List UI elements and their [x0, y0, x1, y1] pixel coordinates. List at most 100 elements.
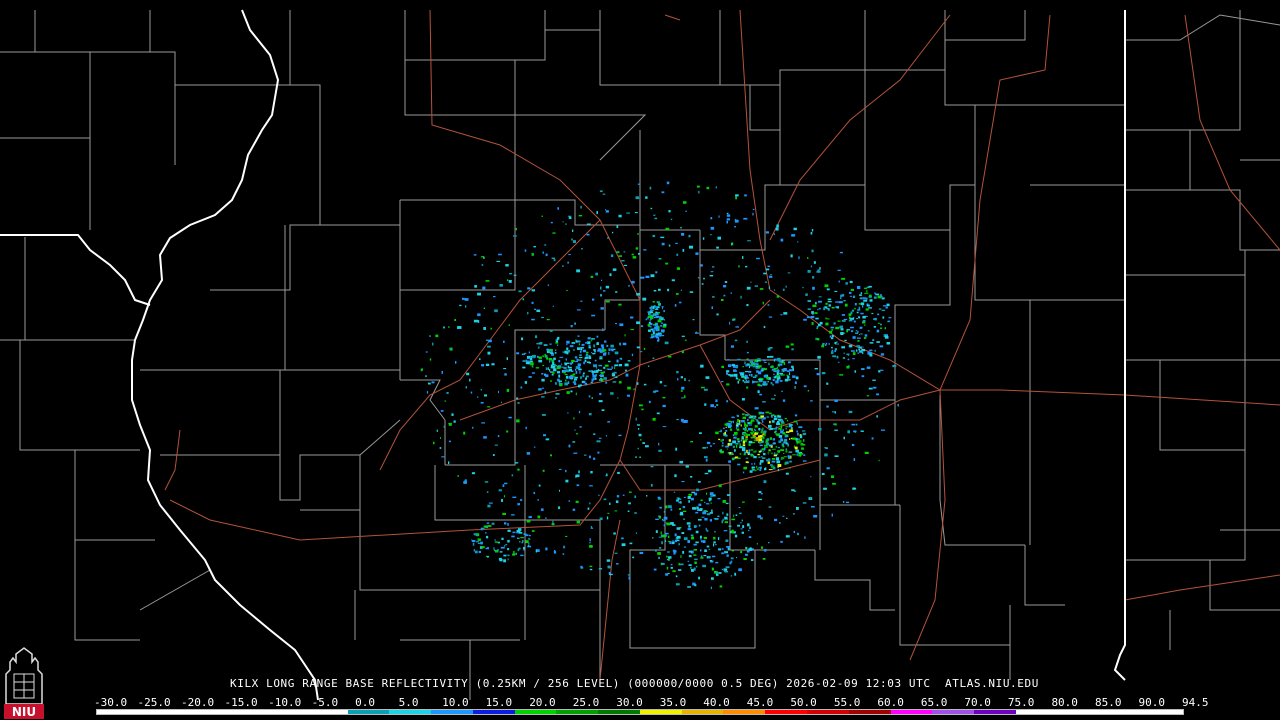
echo-pixel — [747, 240, 751, 242]
echo-pixel — [758, 412, 761, 415]
echo-pixel — [639, 551, 644, 555]
echo-pixel — [787, 379, 791, 381]
echo-pixel — [745, 375, 748, 378]
scale-label: 30.0 — [616, 696, 643, 709]
echo-pixel — [653, 324, 657, 326]
echo-pixel — [603, 366, 606, 369]
echo-pixel — [709, 445, 712, 447]
echo-pixel — [718, 572, 722, 574]
echo-pixel — [838, 301, 843, 304]
echo-pixel — [565, 469, 567, 472]
echo-pixel — [504, 522, 507, 525]
echo-pixel — [602, 328, 604, 332]
echo-pixel — [723, 285, 727, 288]
echo-pixel — [700, 364, 704, 368]
echo-pixel — [679, 301, 682, 304]
echo-pixel — [522, 540, 524, 543]
echo-pixel — [603, 498, 607, 501]
echo-pixel — [538, 359, 543, 363]
scale-label: -25.0 — [137, 696, 171, 709]
echo-pixel — [516, 529, 521, 533]
echo-pixel — [497, 435, 500, 438]
echo-pixel — [680, 390, 683, 392]
echo-pixel — [494, 539, 496, 542]
echo-pixel — [550, 454, 552, 457]
echo-pixel — [856, 318, 858, 320]
echo-pixel — [716, 561, 718, 564]
echo-pixel — [821, 472, 825, 475]
echo-pixel — [742, 413, 745, 416]
echo-pixel — [701, 283, 704, 285]
echo-pixel — [676, 253, 679, 256]
echo-pixel — [596, 211, 598, 215]
echo-pixel — [866, 395, 870, 397]
echo-pixel — [721, 444, 724, 447]
echo-pixel — [887, 320, 890, 322]
echo-pixel — [524, 249, 527, 252]
echo-pixel — [621, 537, 624, 540]
echo-pixel — [612, 231, 614, 234]
echo-pixel — [709, 492, 714, 496]
echo-pixel — [552, 372, 555, 374]
echo-pixel — [797, 241, 799, 243]
echo-pixel — [696, 506, 699, 510]
echo-pixel — [834, 411, 836, 414]
echo-pixel — [741, 519, 743, 522]
echo-pixel — [501, 499, 503, 502]
echo-pixel — [732, 420, 734, 424]
echo-pixel — [742, 441, 745, 444]
echo-pixel — [756, 543, 758, 545]
echo-pixel — [831, 335, 834, 338]
echo-pixel — [731, 458, 733, 460]
echo-pixel — [782, 288, 785, 291]
echo-pixel — [650, 328, 654, 331]
echo-pixel — [866, 290, 868, 293]
echo-pixel — [706, 529, 709, 532]
echo-pixel — [855, 330, 858, 332]
echo-pixel — [784, 417, 787, 420]
echo-pixel — [598, 400, 603, 403]
echo-pixel — [572, 229, 574, 232]
echo-pixel — [851, 444, 855, 447]
echo-pixel — [585, 342, 588, 344]
echo-pixel — [608, 351, 610, 355]
echo-pixel — [876, 341, 880, 343]
echo-pixel — [720, 449, 722, 452]
echo-pixel — [773, 376, 777, 379]
echo-pixel — [483, 525, 486, 528]
echo-pixel — [840, 328, 844, 331]
echo-pixel — [542, 387, 544, 389]
echo-pixel — [530, 362, 534, 366]
echo-pixel — [635, 196, 640, 200]
echo-pixel — [595, 272, 598, 276]
echo-pixel — [517, 537, 520, 539]
echo-pixel — [754, 381, 757, 383]
echo-pixel — [675, 242, 678, 244]
echo-pixel — [779, 522, 781, 524]
echo-pixel — [648, 365, 650, 367]
echo-pixel — [736, 422, 741, 426]
echo-pixel — [741, 447, 746, 449]
echo-pixel — [471, 540, 476, 543]
echo-pixel — [843, 300, 846, 302]
echo-pixel — [650, 309, 654, 312]
echo-pixel — [774, 394, 776, 397]
echo-pixel — [655, 518, 659, 520]
echo-pixel — [448, 440, 451, 443]
echo-pixel — [701, 386, 705, 389]
echo-pixel — [751, 463, 753, 465]
echo-pixel — [662, 325, 667, 328]
echo-pixel — [731, 550, 734, 552]
echo-pixel — [769, 437, 772, 440]
echo-pixel — [551, 374, 554, 376]
echo-pixel — [597, 349, 601, 352]
echo-pixel — [587, 507, 590, 510]
scale-label: -10.0 — [268, 696, 302, 709]
echo-pixel — [665, 227, 670, 230]
echo-pixel — [662, 426, 667, 428]
echo-pixel — [498, 489, 502, 492]
echo-pixel — [744, 451, 747, 454]
echo-pixel — [819, 428, 822, 430]
echo-pixel — [659, 506, 662, 509]
echo-pixel — [589, 502, 591, 505]
